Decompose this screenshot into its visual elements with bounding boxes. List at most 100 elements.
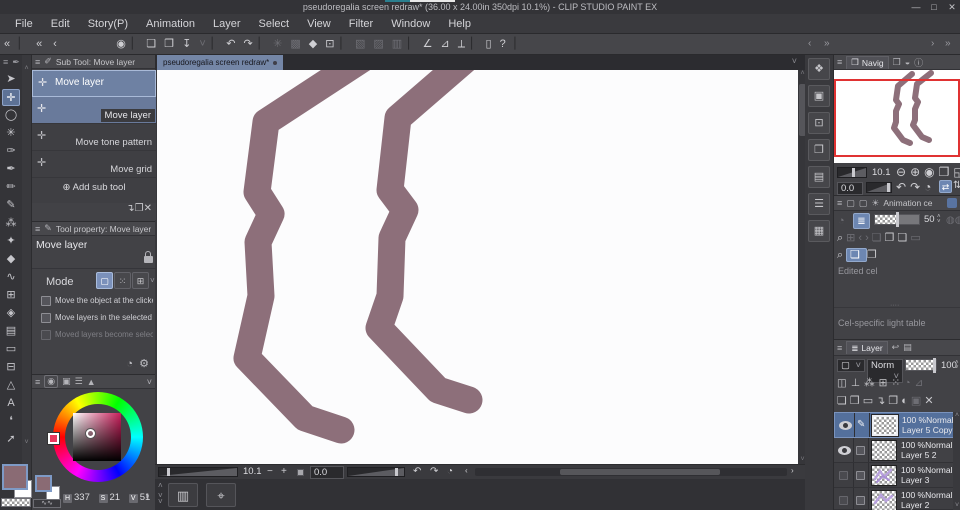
layer-thumbnail[interactable] bbox=[871, 414, 899, 437]
navigator-rotation-slider[interactable] bbox=[866, 182, 892, 193]
bucket-fill-icon[interactable]: ◆ bbox=[305, 34, 321, 54]
zoom-in-icon[interactable]: ⊕ bbox=[910, 165, 924, 179]
rotate-right-button[interactable]: ↷ bbox=[430, 466, 438, 477]
rotate-left-icon[interactable]: ↶ bbox=[896, 180, 910, 194]
crop-canvas-icon[interactable]: ⊡ bbox=[321, 34, 338, 54]
tab-sub-view-icon[interactable]: ❒ bbox=[893, 57, 901, 68]
menu-view[interactable]: View bbox=[298, 14, 340, 34]
minimize-button[interactable]: — bbox=[908, 0, 924, 14]
airbrush-tool[interactable]: ⁂ bbox=[2, 215, 20, 232]
hscroll-left-icon[interactable]: ‹ bbox=[465, 466, 468, 475]
tab-item-bank-icon[interactable]: ◒ bbox=[905, 57, 910, 67]
import-subtool-icon[interactable]: ↴ bbox=[126, 203, 134, 214]
dock-sub-view-icon[interactable]: ❐ bbox=[808, 139, 830, 161]
dock-collapse-left-icon[interactable]: « bbox=[0, 34, 14, 54]
layer-thumbnail[interactable] bbox=[871, 465, 897, 486]
reset-rotation-button[interactable]: ◔ bbox=[447, 466, 453, 477]
liquify-tool[interactable]: ⊞ bbox=[2, 287, 20, 304]
menu-layer[interactable]: Layer bbox=[204, 14, 250, 34]
ruler-tool[interactable]: △ bbox=[2, 377, 20, 394]
wrench-icon[interactable]: ⚙ bbox=[139, 357, 149, 370]
divider-grip-dots[interactable]: ···· bbox=[890, 302, 899, 309]
onion-skin-button[interactable]: ≣ bbox=[853, 213, 870, 229]
dock-3d-material-icon[interactable]: ▦ bbox=[808, 220, 830, 242]
blend-tool[interactable]: ∿ bbox=[2, 269, 20, 286]
deselect-icon[interactable]: ▧ bbox=[351, 34, 369, 54]
hue-marker[interactable] bbox=[48, 433, 59, 444]
dock-material-2-icon[interactable]: ⊡ bbox=[808, 112, 830, 134]
selection-tool[interactable]: ◯ bbox=[2, 107, 20, 124]
delete-subtool-icon[interactable]: ✕ bbox=[144, 203, 152, 214]
far-right-expand-icon[interactable]: » bbox=[945, 34, 951, 54]
option-checkbox-1[interactable] bbox=[41, 296, 51, 306]
save-dropdown-caret[interactable]: ˅ bbox=[195, 34, 209, 54]
layer-row-selected[interactable]: ✎ 100 %Normal Layer 5 Copy bbox=[834, 412, 960, 438]
auto-select-tool[interactable]: ✳ bbox=[2, 125, 20, 142]
maximize-button[interactable]: □ bbox=[926, 0, 942, 14]
layer-mask-icon[interactable]: ◐ bbox=[901, 395, 911, 407]
colorwheel-menu-icon[interactable]: ≡ bbox=[35, 377, 40, 387]
animation-corner-button[interactable] bbox=[947, 198, 957, 208]
navigator-preview[interactable] bbox=[834, 70, 960, 163]
zoom-out-button[interactable]: − bbox=[267, 466, 273, 477]
animation-menu-icon[interactable]: ≡ bbox=[837, 198, 842, 208]
layer-row[interactable]: 100 %Normal Layer 3 bbox=[834, 463, 960, 488]
right-dock-expand-icon[interactable]: » bbox=[824, 34, 830, 54]
eyedropper-tool[interactable]: ✑ bbox=[2, 143, 20, 160]
text-tool[interactable]: A bbox=[2, 395, 20, 412]
mode-move-tone-button[interactable]: ⁙ bbox=[114, 272, 131, 289]
layer-checkbox[interactable] bbox=[856, 471, 865, 480]
selection-border-icon[interactable]: ▥ bbox=[388, 34, 406, 54]
fit-to-screen-button[interactable] bbox=[297, 469, 304, 476]
dock-item-bank-icon[interactable]: ▤ bbox=[808, 166, 830, 188]
mode-caret-icon[interactable]: ˅ bbox=[150, 276, 155, 285]
layer-opacity-spinner[interactable]: ˄ ˅ bbox=[955, 360, 959, 371]
lock-cel-icon[interactable]: ⊞ bbox=[846, 232, 858, 244]
layer-opacity-handle[interactable] bbox=[933, 358, 936, 373]
dock-material-icon[interactable]: ▣ bbox=[808, 85, 830, 107]
dock-quick-access-icon[interactable]: ❖ bbox=[808, 58, 830, 80]
new-layer-icon[interactable]: ❏ bbox=[837, 395, 850, 407]
visibility-eye-icon[interactable] bbox=[838, 446, 851, 455]
layer-opacity-slider[interactable] bbox=[905, 358, 937, 373]
rotation-slider[interactable] bbox=[347, 467, 405, 477]
hscroll-right-icon[interactable]: › bbox=[791, 466, 794, 475]
zoom-slider[interactable] bbox=[158, 467, 238, 477]
zoom-in-button[interactable]: + bbox=[281, 466, 287, 477]
brush-tool[interactable]: ✎ bbox=[2, 197, 20, 214]
snap-grid-icon[interactable]: ⟂ bbox=[454, 34, 469, 54]
register-image-icon[interactable]: ⌕ bbox=[837, 232, 846, 244]
decoration-tool[interactable]: ✦ bbox=[2, 233, 20, 250]
menu-filter[interactable]: Filter bbox=[340, 14, 382, 34]
fit-to-screen-icon[interactable]: ◱ bbox=[953, 165, 960, 179]
layer-name[interactable]: Layer 5 Copy bbox=[902, 425, 953, 435]
light-table-opacity-slider-right[interactable] bbox=[898, 214, 920, 225]
menu-file[interactable]: File bbox=[6, 14, 42, 34]
tab-information-icon[interactable]: ⓘ bbox=[914, 56, 923, 69]
rotate-right-icon[interactable]: ↷ bbox=[910, 180, 924, 194]
menu-window[interactable]: Window bbox=[382, 14, 439, 34]
eraser-tool[interactable]: ◆ bbox=[2, 251, 20, 268]
opacity-spinner[interactable]: ˄ ˅ bbox=[937, 214, 941, 225]
tool-palette-menu-icon[interactable]: ≡ bbox=[3, 57, 8, 68]
dock-arrow-left-icon[interactable]: ‹ bbox=[49, 34, 61, 54]
right-dock-arrow-left-icon[interactable]: ‹ bbox=[808, 34, 811, 54]
edit-cel-icon[interactable]: ❏ bbox=[846, 248, 868, 262]
open-file-icon[interactable]: ❐ bbox=[160, 34, 178, 54]
reset-rotation-icon[interactable]: ◔ bbox=[924, 180, 935, 194]
fit-to-window-icon[interactable]: ❐ bbox=[939, 165, 954, 179]
stopwatch-icon[interactable]: ◔ bbox=[126, 358, 133, 370]
wheel-main-color-swatch[interactable] bbox=[35, 475, 52, 492]
toolprop-menu-icon[interactable]: ≡ bbox=[35, 224, 40, 234]
visibility-eye-icon[interactable] bbox=[839, 421, 852, 430]
merge-down-icon[interactable]: ❐ bbox=[888, 395, 901, 407]
palette-color-combo[interactable]: ▢ ˅ bbox=[837, 359, 865, 372]
clear-icon[interactable]: ✳ bbox=[269, 34, 286, 54]
cel-copy-icon[interactable]: ❐ bbox=[867, 249, 880, 261]
layer-thumbnail[interactable] bbox=[871, 490, 897, 510]
color-history-strip[interactable]: ∿∿ bbox=[33, 499, 61, 508]
layer-row[interactable]: 100 %Normal Layer 5 2 bbox=[834, 438, 960, 463]
transfer-down-icon[interactable]: ↴ bbox=[876, 395, 888, 407]
title-bar[interactable]: pseudoregalia screen redraw* (36.00 x 24… bbox=[0, 0, 960, 14]
layer-scroll-down-icon[interactable]: ˅ bbox=[953, 502, 960, 509]
